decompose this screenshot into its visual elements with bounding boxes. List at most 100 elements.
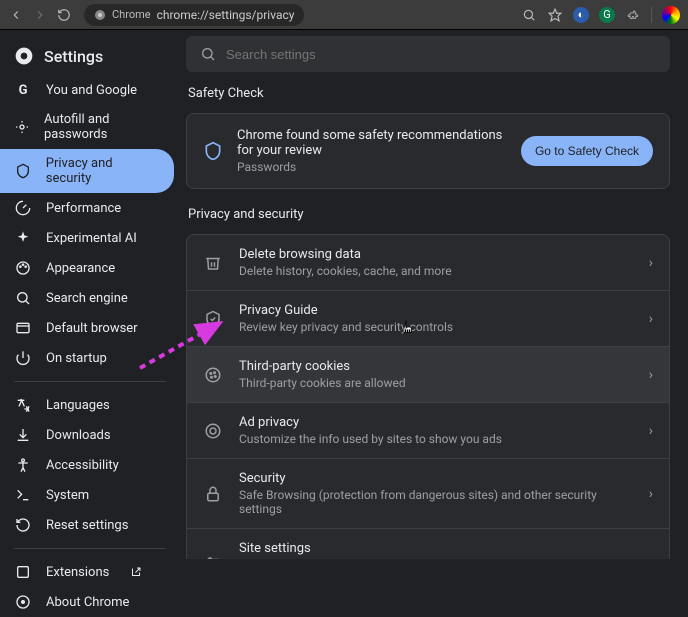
- puzzle-icon: [14, 564, 32, 580]
- row-primary: Security: [239, 471, 633, 486]
- external-link-icon: [127, 566, 145, 578]
- sidebar-item-about[interactable]: About Chrome: [0, 587, 174, 617]
- sidebar-item-label: Search engine: [46, 291, 128, 306]
- shield-check-icon: [203, 310, 223, 328]
- row-primary: Third-party cookies: [239, 359, 633, 374]
- tune-icon: [203, 555, 223, 560]
- chevron-right-icon: ›: [649, 311, 653, 327]
- lock-icon: [203, 485, 223, 503]
- go-to-safety-check-button[interactable]: Go to Safety Check: [521, 136, 653, 166]
- spark-icon: [14, 230, 32, 246]
- chevron-right-icon: ›: [649, 486, 653, 502]
- sidebar-item-label: About Chrome: [46, 595, 129, 610]
- extension-icon-1[interactable]: ◐: [573, 7, 589, 23]
- download-icon: [14, 427, 32, 443]
- omnibox-chip: Chrome: [112, 8, 151, 21]
- settings-content: Safety Check Chrome found some safety re…: [180, 30, 688, 559]
- chrome-icon: [14, 46, 34, 66]
- sidebar-item-experimental-ai[interactable]: Experimental AI: [0, 223, 174, 253]
- reset-icon: [14, 517, 32, 533]
- speed-icon: [14, 200, 32, 216]
- ads-icon: [203, 422, 223, 440]
- row-secondary: Safe Browsing (protection from dangerous…: [239, 488, 633, 516]
- sidebar-item-label: You and Google: [46, 83, 137, 98]
- sidebar-item-label: On startup: [46, 351, 107, 366]
- row-ad-privacy[interactable]: Ad privacy Customize the info used by si…: [187, 402, 669, 458]
- sidebar-item-downloads[interactable]: Downloads: [0, 420, 174, 450]
- row-secondary: Delete history, cookies, cache, and more: [239, 264, 633, 278]
- sidebar-item-default-browser[interactable]: Default browser: [0, 313, 174, 343]
- sidebar-item-reset[interactable]: Reset settings: [0, 510, 174, 540]
- search-icon: [14, 290, 32, 306]
- trash-icon: [203, 254, 223, 272]
- sidebar-item-label: Performance: [46, 201, 121, 216]
- row-primary: Privacy Guide: [239, 303, 633, 318]
- sidebar-item-languages[interactable]: Languages: [0, 390, 174, 420]
- language-icon: [14, 397, 32, 413]
- shield-icon: [14, 163, 32, 179]
- row-primary: Delete browsing data: [239, 247, 633, 262]
- sidebar-item-label: Autofill and passwords: [44, 112, 160, 142]
- section-title-privacy: Privacy and security: [188, 207, 670, 222]
- row-primary: Site settings: [239, 541, 633, 556]
- chevron-right-icon: ›: [649, 255, 653, 271]
- sidebar-item-label: Default browser: [46, 321, 138, 336]
- omnibox[interactable]: Chrome chrome://settings/privacy: [84, 4, 304, 26]
- search-icon: [200, 46, 216, 62]
- zoom-icon[interactable]: [521, 7, 537, 23]
- sidebar-item-autofill[interactable]: Autofill and passwords: [0, 105, 174, 149]
- bookmark-icon[interactable]: [547, 7, 563, 23]
- sidebar-item-system[interactable]: System: [0, 480, 174, 510]
- profile-avatar[interactable]: [662, 6, 680, 24]
- google-g-icon: G: [14, 83, 32, 98]
- privacy-card: Delete browsing data Delete history, coo…: [186, 234, 670, 559]
- sidebar-divider: [14, 548, 166, 549]
- settings-search[interactable]: [186, 36, 670, 72]
- chevron-right-icon: ›: [649, 423, 653, 439]
- search-input[interactable]: [226, 47, 656, 62]
- sidebar-item-label: Downloads: [46, 428, 111, 443]
- sidebar-item-on-startup[interactable]: On startup: [0, 343, 174, 373]
- row-delete-browsing-data[interactable]: Delete browsing data Delete history, coo…: [187, 235, 669, 290]
- sidebar-item-label: Experimental AI: [46, 231, 137, 246]
- sidebar-item-performance[interactable]: Performance: [0, 193, 174, 223]
- safety-check-card: Chrome found some safety recommendations…: [186, 113, 670, 189]
- chrome-icon: [14, 594, 32, 610]
- sidebar-item-label: Extensions: [46, 565, 109, 580]
- sidebar-item-accessibility[interactable]: Accessibility: [0, 450, 174, 480]
- row-secondary: Customize the info used by sites to show…: [239, 432, 633, 446]
- chrome-logo-icon: [94, 9, 106, 21]
- row-site-settings[interactable]: Site settings Controls what information …: [187, 528, 669, 559]
- palette-icon: [14, 260, 32, 276]
- settings-title: Settings: [44, 47, 103, 66]
- sidebar-item-label: Languages: [46, 398, 110, 413]
- row-security[interactable]: Security Safe Browsing (protection from …: [187, 458, 669, 528]
- section-title-safety: Safety Check: [188, 86, 670, 101]
- system-icon: [14, 487, 32, 503]
- chevron-right-icon: ›: [649, 556, 653, 560]
- cookie-icon: [203, 366, 223, 384]
- accessibility-icon: [14, 457, 32, 473]
- browser-icon: [14, 320, 32, 336]
- row-privacy-guide[interactable]: Privacy Guide Review key privacy and sec…: [187, 290, 669, 346]
- sidebar-item-you-google[interactable]: G You and Google: [0, 76, 174, 105]
- row-third-party-cookies[interactable]: Third-party cookies Third-party cookies …: [187, 346, 669, 402]
- row-secondary: Third-party cookies are allowed: [239, 376, 633, 390]
- reload-button[interactable]: [56, 7, 72, 23]
- chevron-right-icon: ›: [649, 367, 653, 383]
- sidebar-item-label: Privacy and security: [46, 156, 160, 186]
- sidebar-item-label: Reset settings: [46, 518, 128, 533]
- browser-toolbar: Chrome chrome://settings/privacy ◐ G: [0, 0, 688, 30]
- extension-icon-2[interactable]: G: [599, 7, 615, 23]
- sidebar-item-search-engine[interactable]: Search engine: [0, 283, 174, 313]
- power-icon: [14, 350, 32, 366]
- back-button[interactable]: [8, 7, 24, 23]
- row-primary: Ad privacy: [239, 415, 633, 430]
- extensions-button[interactable]: [625, 7, 641, 23]
- sidebar-item-privacy[interactable]: Privacy and security: [0, 149, 174, 193]
- sidebar-item-appearance[interactable]: Appearance: [0, 253, 174, 283]
- forward-button[interactable]: [32, 7, 48, 23]
- sidebar-item-extensions[interactable]: Extensions: [0, 557, 174, 587]
- shield-icon: [203, 141, 223, 161]
- omnibox-url: chrome://settings/privacy: [157, 8, 295, 22]
